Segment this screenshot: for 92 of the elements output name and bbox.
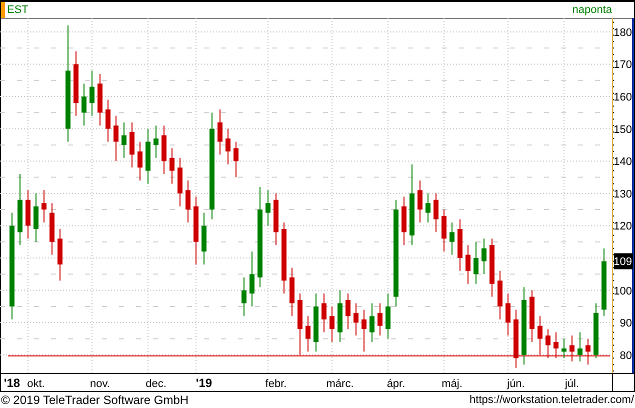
- candle: [362, 309, 366, 352]
- x-axis-label: jún.: [507, 378, 525, 390]
- candle: [266, 190, 270, 226]
- candle: [442, 209, 446, 252]
- candle: [26, 190, 30, 240]
- candle: [490, 238, 494, 298]
- candle: [90, 70, 94, 116]
- url-link[interactable]: https://workstation.teletrader.com/: [470, 394, 634, 406]
- candle: [418, 180, 422, 223]
- candle: [34, 192, 38, 242]
- candle: [154, 125, 158, 158]
- x-axis-label: okt.: [27, 378, 45, 390]
- candle: [546, 328, 550, 359]
- candle: [346, 293, 350, 330]
- candle: [330, 306, 334, 342]
- candle: [130, 122, 134, 168]
- candle: [202, 212, 206, 265]
- candle: [402, 196, 406, 246]
- candle: [98, 73, 102, 126]
- y-axis-label: 140: [614, 156, 632, 168]
- candle: [570, 335, 574, 362]
- copyright-text: © 2019 TeleTrader Software GmbH: [1, 394, 189, 406]
- candle: [114, 115, 118, 162]
- candle: [122, 122, 126, 158]
- y-axis-label: 160: [614, 92, 632, 104]
- y-axis-label: 90: [620, 318, 632, 330]
- candle: [354, 302, 358, 336]
- candle: [506, 293, 510, 336]
- x-axis-label: máj.: [442, 378, 462, 390]
- candle: [498, 270, 502, 320]
- y-axis-label: 120: [614, 220, 632, 233]
- candle: [314, 293, 318, 352]
- candle: [162, 125, 166, 175]
- candle: [58, 228, 62, 282]
- candle: [226, 128, 230, 165]
- candle: [338, 290, 342, 342]
- candle: [306, 316, 310, 352]
- x-axis-label: dec.: [146, 378, 166, 390]
- y-axis-label: 170: [614, 59, 632, 72]
- x-axis-label: '18: [4, 376, 20, 390]
- candle: [514, 309, 518, 368]
- candle: [474, 241, 478, 284]
- y-axis-label: 180: [614, 26, 632, 39]
- candle: [322, 293, 326, 333]
- y-axis-label: 80: [620, 350, 632, 362]
- x-axis-label: márc.: [326, 378, 354, 390]
- price-label: 109: [614, 253, 633, 270]
- candle: [218, 108, 222, 156]
- candle: [578, 332, 582, 362]
- candle: [42, 190, 46, 223]
- candle: [106, 99, 110, 142]
- candle: [450, 222, 454, 256]
- candle: [378, 302, 382, 336]
- y-axis-label: 150: [614, 124, 632, 136]
- candle: [426, 192, 430, 223]
- candle: [554, 332, 558, 359]
- x-axis-label: ápr.: [386, 378, 406, 390]
- candle: [170, 148, 174, 184]
- candle: [74, 50, 78, 116]
- candle: [146, 128, 150, 184]
- y-axis-label: 130: [614, 188, 632, 200]
- candle: [594, 302, 598, 359]
- x-axis-label: febr.: [265, 378, 287, 390]
- candle: [194, 196, 198, 265]
- candle: [290, 267, 294, 317]
- y-axis-label: 100: [614, 285, 632, 298]
- candle: [482, 238, 486, 275]
- candle: [298, 293, 302, 356]
- candle: [386, 293, 390, 340]
- candle: [602, 248, 606, 317]
- candle: [250, 251, 254, 307]
- x-axis-label: '19: [196, 376, 212, 390]
- candle: [458, 218, 462, 272]
- candle: [466, 244, 470, 284]
- candle: [274, 192, 278, 246]
- candle: [530, 290, 534, 342]
- candle: [242, 276, 246, 317]
- candle: [586, 338, 590, 366]
- x-axis-label: júl.: [564, 378, 580, 390]
- candle: [178, 157, 182, 207]
- candle: [138, 141, 142, 181]
- candle: [538, 316, 542, 356]
- interval-label[interactable]: naponta: [572, 4, 612, 16]
- candle: [562, 338, 566, 359]
- candle: [186, 180, 190, 223]
- candle: [50, 202, 54, 256]
- candle: [434, 192, 438, 233]
- symbol-label: EST: [6, 4, 28, 16]
- candle: [234, 141, 238, 178]
- x-axis-label: nov.: [90, 378, 110, 390]
- candle: [370, 302, 374, 342]
- candle: [82, 83, 86, 126]
